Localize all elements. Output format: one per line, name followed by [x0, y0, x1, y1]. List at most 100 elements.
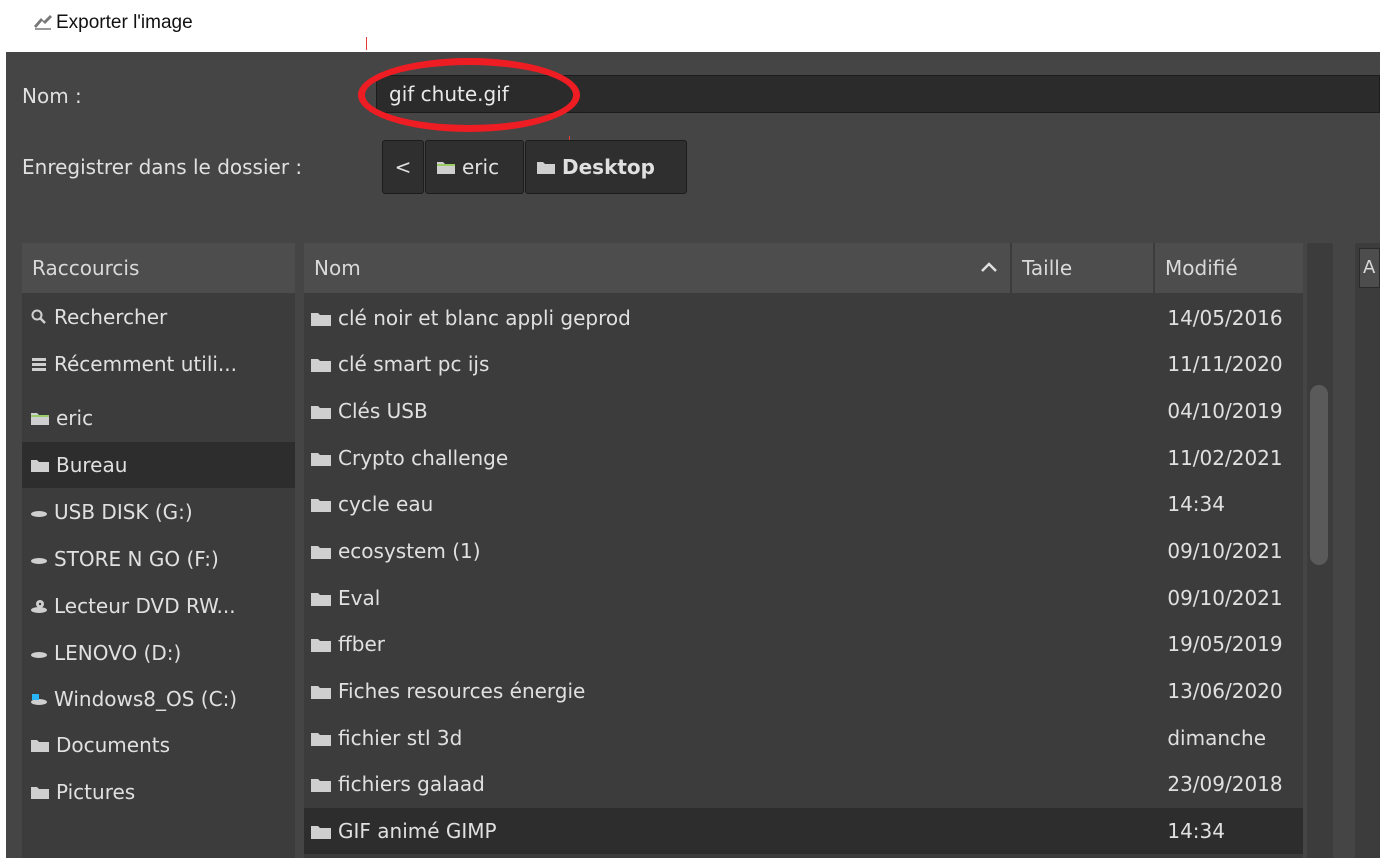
file-name: ffber: [338, 632, 386, 656]
window-title: Exporter l'image: [56, 12, 193, 33]
file-modified: 23/09/2018: [1167, 772, 1283, 796]
file-modified: 09/10/2021: [1167, 539, 1283, 563]
breadcrumb-label: eric: [462, 155, 500, 179]
shortcut-label: USB DISK (G:): [54, 500, 193, 524]
file-row[interactable]: Fiches resources énergie 13/06/2020: [304, 668, 1303, 714]
file-name: Eval: [338, 586, 381, 610]
folder-icon: [31, 787, 49, 799]
file-row[interactable]: ffber 19/05/2019: [304, 621, 1303, 667]
shortcut-label: Bureau: [56, 453, 128, 477]
drive-icon: [31, 511, 47, 517]
file-name: cycle eau: [338, 492, 434, 516]
file-modified: 14:34: [1167, 819, 1225, 843]
folder-icon: [311, 406, 331, 419]
home-folder-icon: [31, 413, 49, 425]
file-name: fichiers galaad: [338, 772, 485, 796]
folder-icon: [31, 460, 49, 472]
shortcut-label: Documents: [56, 733, 171, 757]
folder-icon: [311, 733, 331, 746]
shortcut-label: STORE N GO (F:): [54, 547, 219, 571]
dvd-drive-icon: [31, 600, 47, 613]
file-modified: 14:34: [1167, 492, 1225, 516]
shortcut-bureau[interactable]: Bureau: [22, 442, 295, 488]
shortcut-rechercher[interactable]: Rechercher: [22, 294, 295, 340]
shortcut-eric[interactable]: eric: [22, 395, 295, 441]
filename-input[interactable]: [376, 75, 1380, 113]
file-name: fichier stl 3d: [338, 726, 463, 750]
breadcrumb-item-eric[interactable]: eric: [425, 140, 524, 194]
file-name: Fiches resources énergie: [338, 679, 586, 703]
file-name: ecosystem (1): [338, 539, 481, 563]
preview-panel: [1355, 243, 1380, 858]
folder-icon: [311, 546, 331, 559]
file-name: Clés USB: [338, 399, 428, 423]
file-modified: 11/02/2021: [1167, 446, 1283, 470]
sort-ascending-icon: [981, 262, 997, 272]
file-row[interactable]: Eval 09/10/2021: [304, 575, 1303, 621]
folder-icon: [311, 359, 331, 372]
file-modified: 13/06/2020: [1167, 679, 1283, 703]
folder-icon: [311, 779, 331, 792]
file-modified: dimanche: [1167, 726, 1267, 750]
scrollbar-thumb[interactable]: [1310, 385, 1328, 565]
window-titlebar: Exporter l'image: [0, 0, 1380, 52]
file-row[interactable]: clé smart pc ijs 11/11/2020: [304, 341, 1303, 387]
shortcut-dvd-drive[interactable]: Lecteur DVD RW...: [22, 583, 295, 629]
file-row[interactable]: GIF animé GIMP 14:34: [304, 808, 1303, 854]
drive-icon: [31, 558, 47, 564]
shortcut-pictures[interactable]: Pictures: [22, 769, 295, 815]
folder-icon: [537, 162, 555, 174]
folder-icon: [311, 313, 331, 326]
file-name: Crypto challenge: [338, 446, 509, 470]
shortcut-label: Récemment utili...: [54, 352, 238, 376]
folder-icon: [311, 826, 331, 839]
file-row[interactable]: clé noir et blanc appli geprod 14/05/201…: [304, 295, 1303, 341]
shortcut-label: Windows8_OS (C:): [54, 687, 238, 711]
home-folder-icon: [437, 162, 455, 174]
chevron-left-icon: <: [394, 155, 412, 179]
shortcut-recent[interactable]: Récemment utili...: [22, 341, 295, 387]
file-modified: 09/10/2021: [1167, 586, 1283, 610]
shortcut-windows8-os[interactable]: Windows8_OS (C:): [22, 676, 295, 722]
shortcut-label: eric: [56, 406, 94, 430]
file-name: clé smart pc ijs: [338, 352, 490, 376]
file-row[interactable]: ecosystem (1) 09/10/2021: [304, 528, 1303, 574]
file-modified: 19/05/2019: [1167, 632, 1283, 656]
column-header-name-label: Nom: [314, 256, 361, 280]
folder-icon: [311, 593, 331, 606]
file-row[interactable]: Crypto challenge 11/02/2021: [304, 435, 1303, 481]
shortcut-lenovo[interactable]: LENOVO (D:): [22, 630, 295, 676]
drive-icon: [31, 652, 47, 658]
breadcrumb-back-button[interactable]: <: [382, 140, 424, 194]
name-label: Nom :: [22, 84, 82, 108]
breadcrumb-item-desktop[interactable]: Desktop: [525, 140, 687, 194]
system-drive-icon: [31, 694, 47, 705]
folder-icon: [311, 639, 331, 652]
shortcut-documents[interactable]: Documents: [22, 722, 295, 768]
file-modified: 14/05/2016: [1167, 306, 1283, 330]
gimp-app-icon: [34, 15, 52, 30]
folder-label: Enregistrer dans le dossier :: [22, 155, 303, 179]
column-header-modified[interactable]: Modifié: [1155, 243, 1303, 293]
file-row[interactable]: fichier stl 3d dimanche: [304, 715, 1303, 761]
folder-icon: [311, 453, 331, 466]
breadcrumb-label: Desktop: [562, 155, 655, 179]
recent-icon: [32, 358, 46, 371]
shortcut-label: Pictures: [56, 780, 136, 804]
column-header-size[interactable]: Taille: [1012, 243, 1153, 293]
shortcut-label: Rechercher: [54, 305, 168, 329]
shortcut-usb-disk[interactable]: USB DISK (G:): [22, 489, 295, 535]
shortcut-store-n-go[interactable]: STORE N GO (F:): [22, 536, 295, 582]
file-row[interactable]: Clés USB 04/10/2019: [304, 388, 1303, 434]
shortcut-label: Lecteur DVD RW...: [54, 594, 236, 618]
file-modified: 11/11/2020: [1167, 352, 1283, 376]
file-row[interactable]: fichiers galaad 23/09/2018: [304, 761, 1303, 807]
column-header-name[interactable]: Nom: [304, 243, 1010, 293]
folder-icon: [311, 499, 331, 512]
file-modified: 04/10/2019: [1167, 399, 1283, 423]
file-name: clé noir et blanc appli geprod: [338, 306, 631, 330]
preview-panel-button[interactable]: A: [1359, 248, 1380, 288]
file-row[interactable]: cycle eau 14:34: [304, 481, 1303, 527]
shortcut-label: LENOVO (D:): [54, 641, 182, 665]
search-icon: [31, 309, 46, 324]
